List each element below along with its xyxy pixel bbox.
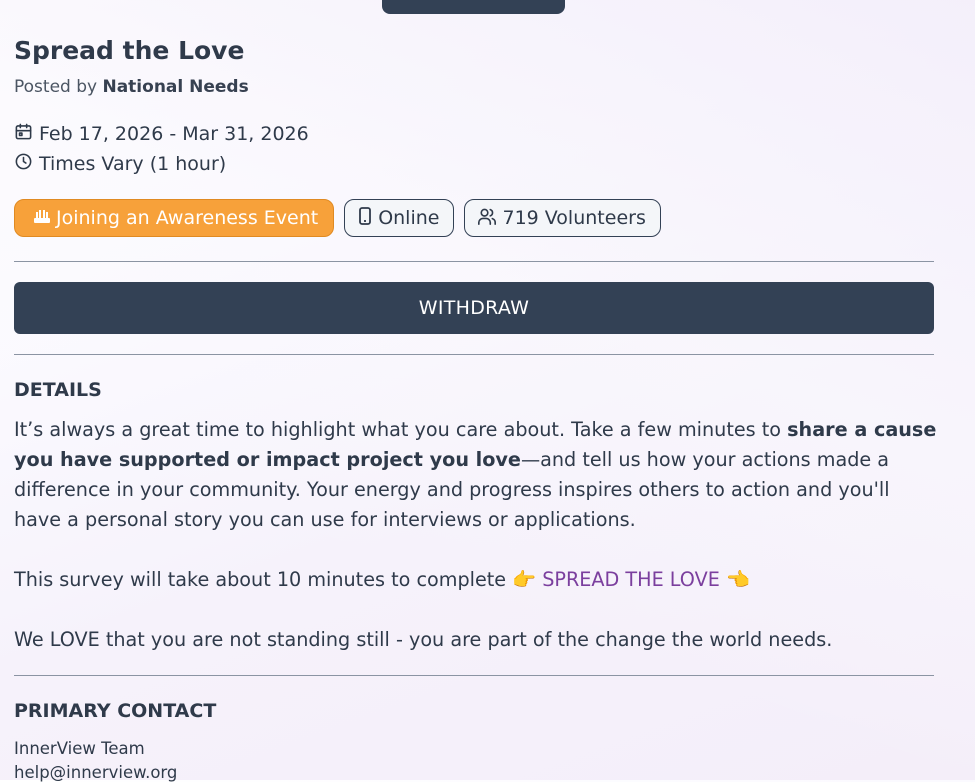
category-label: Joining an Awareness Event — [56, 207, 319, 229]
volunteers-tag[interactable]: 719 Volunteers — [464, 199, 661, 237]
details-p2-start: This survey will take about 10 minutes t… — [14, 568, 507, 591]
time-text: Times Vary (1 hour) — [39, 153, 227, 175]
divider — [14, 675, 934, 676]
category-tag[interactable]: Joining an Awareness Event — [14, 199, 335, 237]
event-tags: Joining an Awareness Event Online 719 Vo… — [14, 199, 661, 237]
phone-icon — [357, 206, 378, 230]
details-heading: DETAILS — [14, 379, 102, 401]
pointing-right-emoji: 👉 — [512, 568, 537, 591]
location-label: Online — [378, 207, 440, 229]
posted-by: Posted by National Needs — [14, 77, 249, 97]
raised-hands-icon — [33, 207, 56, 229]
date-range: Feb 17, 2026 - Mar 31, 2026 — [39, 123, 309, 145]
event-title: Spread the Love — [14, 36, 245, 65]
calendar-icon — [14, 122, 39, 146]
pointing-left-emoji: 👈 — [725, 568, 750, 591]
divider — [14, 261, 934, 262]
details-p1-start: It’s always a great time to highlight wh… — [14, 418, 782, 441]
withdraw-button[interactable]: WITHDRAW — [14, 282, 934, 334]
event-date: Feb 17, 2026 - Mar 31, 2026 — [14, 122, 309, 146]
details-paragraph-3: We LOVE that you are not standing still … — [14, 628, 833, 651]
organization-name[interactable]: National Needs — [102, 77, 248, 97]
primary-contact-heading: PRIMARY CONTACT — [14, 700, 217, 722]
location-tag[interactable]: Online — [344, 199, 455, 237]
details-paragraph-2: This survey will take about 10 minutes t… — [14, 565, 939, 595]
details-paragraph-1: It’s always a great time to highlight wh… — [14, 415, 939, 535]
clock-icon — [14, 152, 39, 176]
divider — [14, 354, 934, 355]
top-tab[interactable] — [382, 0, 565, 14]
volunteers-label: 719 Volunteers — [502, 207, 646, 229]
background — [0, 0, 975, 780]
users-icon — [477, 207, 502, 230]
spread-the-love-link[interactable]: SPREAD THE LOVE — [542, 568, 720, 591]
posted-by-label: Posted by — [14, 77, 98, 97]
contact-name: InnerView Team — [14, 739, 145, 758]
contact-email[interactable]: help@innerview.org — [14, 763, 177, 782]
event-time: Times Vary (1 hour) — [14, 152, 226, 176]
